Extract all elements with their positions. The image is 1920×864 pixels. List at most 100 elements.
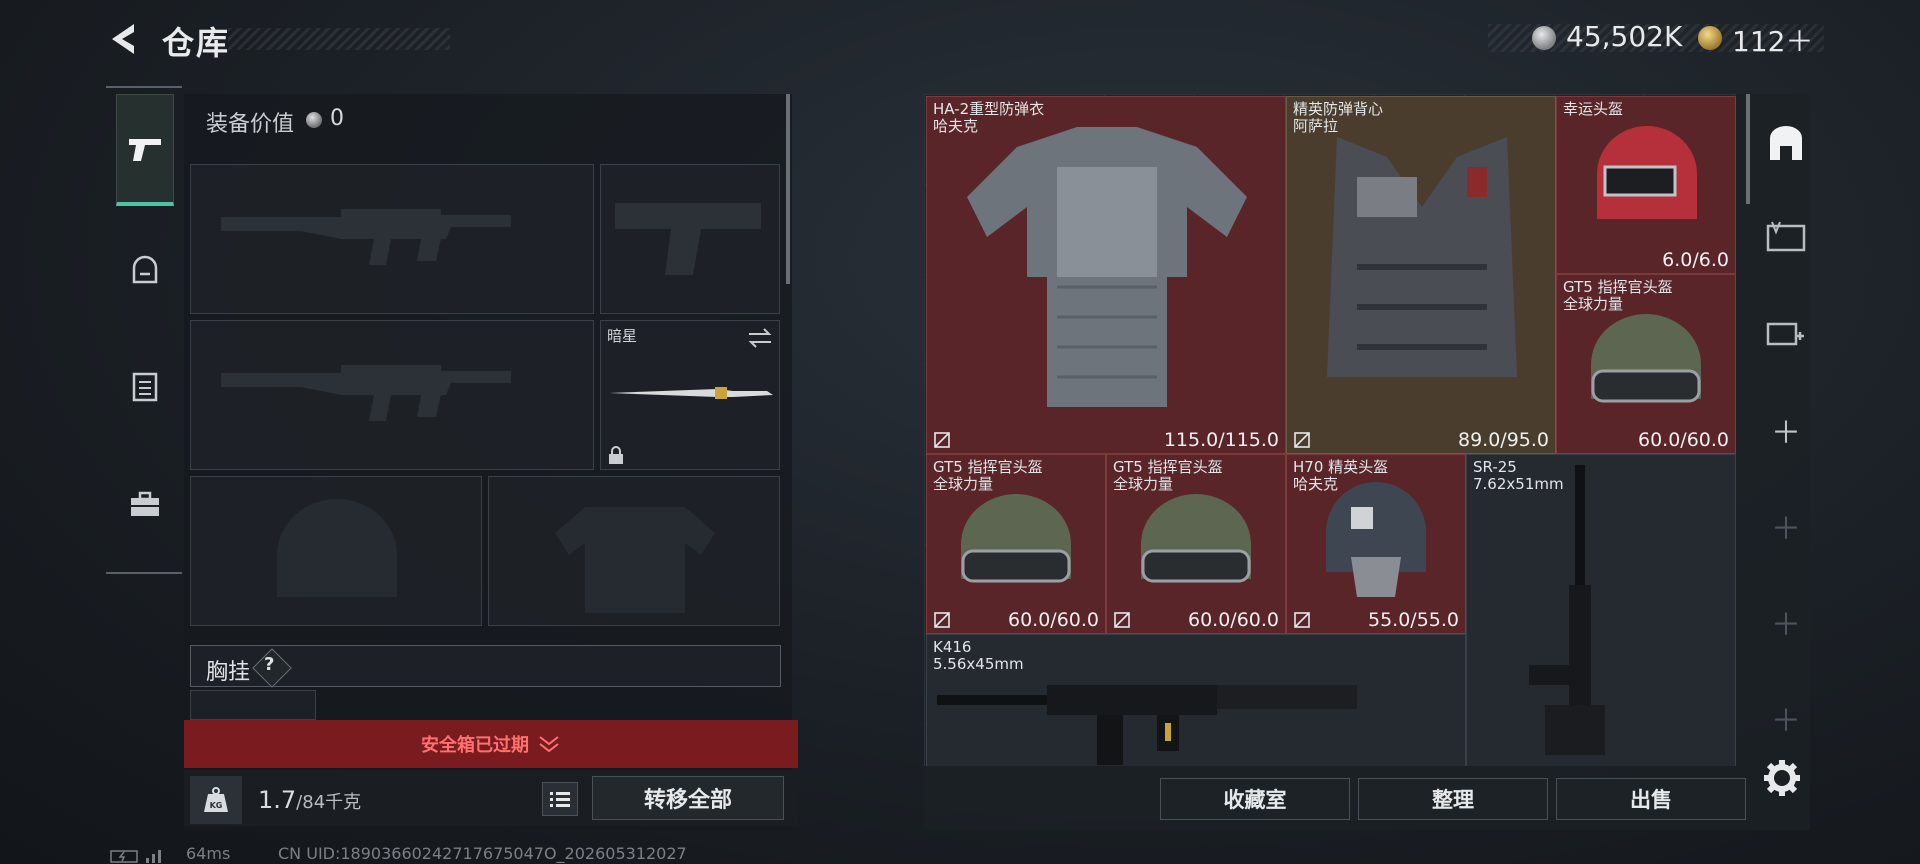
battery-signal-icon — [110, 850, 161, 863]
helmet-silhouette-icon — [277, 499, 397, 597]
item-name: HA-2重型防弹衣 哈夫克 — [933, 100, 1045, 135]
rail-weapons[interactable] — [116, 94, 174, 206]
commander-helmet-image — [1591, 314, 1701, 403]
pistol-icon — [129, 138, 161, 161]
toolbox-icon — [131, 491, 159, 516]
item-durability: 60.0/60.0 — [1007, 609, 1099, 631]
lock-icon — [609, 446, 623, 464]
elite-helmet-image — [1326, 482, 1426, 597]
loadout-scrollbar[interactable] — [786, 94, 790, 284]
chest-rig-subslot[interactable] — [190, 690, 316, 720]
organize-button[interactable]: 整理 — [1358, 778, 1548, 820]
gold-coin-icon — [1698, 26, 1722, 50]
silver-coin-icon — [1532, 26, 1556, 50]
transfer-all-button[interactable]: 转移全部 — [592, 776, 784, 820]
elite-vest-image — [1327, 137, 1517, 377]
no-insurance-icon — [934, 432, 950, 448]
item-durability: 60.0/60.0 — [1187, 609, 1279, 631]
helmet-icon — [132, 255, 158, 284]
primary-weapon-slot[interactable] — [190, 164, 594, 314]
safe-box-expired-bar[interactable]: 安全箱已过期 — [184, 720, 798, 768]
add-page-button-4[interactable]: ＋ — [1762, 688, 1810, 748]
warehouse-item[interactable]: GT5 指挥官头盔 全球力量 60.0/60.0 — [926, 454, 1106, 634]
weight-readout: 1.7/84千克 — [258, 786, 361, 814]
rifle-silhouette-icon — [221, 209, 511, 265]
no-insurance-icon — [1294, 432, 1310, 448]
plus-icon: ＋ — [1771, 608, 1801, 643]
melee-slot-name: 暗星 — [607, 327, 638, 345]
case-icon — [1766, 221, 1806, 252]
knife-image — [609, 387, 773, 399]
warehouse-tab-main[interactable] — [1762, 114, 1810, 174]
rail-bag[interactable] — [116, 448, 174, 560]
no-insurance-icon — [934, 612, 950, 628]
plus-icon: ＋ — [1771, 512, 1801, 547]
item-name: GT5 指挥官头盔 全球力量 — [1563, 278, 1673, 313]
chevron-down-icon — [539, 736, 559, 753]
safe-box-status: 安全箱已过期 — [421, 735, 529, 756]
weight-icon: KG — [204, 787, 228, 812]
add-page-button-3[interactable]: ＋ — [1762, 592, 1810, 652]
warehouse-tab-container[interactable] — [1762, 206, 1810, 266]
rail-vest[interactable] — [116, 330, 174, 442]
warehouse-item[interactable]: 幸运头盔 6.0/6.0 — [1556, 96, 1736, 274]
no-insurance-icon — [1114, 612, 1130, 628]
help-icon[interactable]: ? — [264, 654, 274, 675]
item-name: GT5 指挥官头盔 全球力量 — [1113, 458, 1223, 493]
page-title: 仓库 — [162, 24, 231, 62]
warehouse-item[interactable]: SR-25 7.62x51mm — [1466, 454, 1736, 766]
weight-max: /84千克 — [296, 792, 362, 813]
item-name: GT5 指挥官头盔 全球力量 — [933, 458, 1043, 493]
commander-helmet-image — [961, 494, 1071, 583]
warehouse-item[interactable]: HA-2重型防弹衣 哈夫克 115.0/115.0 — [926, 96, 1286, 454]
list-icon — [550, 792, 570, 807]
commander-helmet-image — [1141, 494, 1251, 583]
uid-text: CN UID:18903660242717675047O_20260531202… — [278, 844, 687, 863]
item-durability: 89.0/95.0 — [1457, 429, 1549, 451]
warehouse-item[interactable]: H70 精英头盔 哈夫克 55.0/55.0 — [1286, 454, 1466, 634]
list-view-button[interactable] — [542, 782, 578, 816]
no-insurance-icon — [1294, 612, 1310, 628]
warehouse-item[interactable]: GT5 指挥官头盔 全球力量 60.0/60.0 — [1556, 274, 1736, 454]
collection-room-button[interactable]: 收藏室 — [1160, 778, 1350, 820]
item-durability: 55.0/55.0 — [1367, 609, 1459, 631]
item-durability: 6.0/6.0 — [1662, 249, 1729, 271]
warehouse-scrollbar[interactable] — [1746, 94, 1750, 204]
rifle-silhouette-icon-2 — [221, 365, 511, 421]
melee-slot[interactable]: 暗星 — [600, 320, 780, 470]
add-page-button[interactable]: ＋ — [1762, 400, 1810, 460]
back-icon[interactable] — [104, 20, 140, 58]
pistol-slot[interactable] — [600, 164, 780, 314]
weight-current: 1.7 — [258, 786, 297, 814]
armor-slot[interactable] — [488, 476, 780, 626]
add-page-button-2[interactable]: ＋ — [1762, 496, 1810, 556]
item-name: 精英防弹背心 阿萨拉 — [1293, 100, 1384, 135]
lucky-helmet-image — [1597, 126, 1697, 219]
gear-icon[interactable] — [1762, 758, 1802, 798]
currency-premium[interactable]: 112＋ — [1732, 20, 1813, 60]
pistol-silhouette-icon — [615, 203, 761, 275]
chest-rig-label: 胸挂 — [206, 660, 251, 685]
item-name: SR-25 7.62x51mm — [1473, 458, 1564, 493]
item-name: K416 5.56x45mm — [933, 638, 1024, 673]
vest-icon — [132, 372, 158, 402]
item-name: 幸运头盔 — [1563, 100, 1624, 118]
equipment-value: 0 — [330, 106, 344, 131]
swap-icon[interactable] — [747, 327, 773, 349]
helmet-slot[interactable] — [190, 476, 482, 626]
rail-helmet[interactable] — [116, 214, 174, 326]
sell-button[interactable]: 出售 — [1556, 778, 1746, 820]
warehouse-item[interactable]: GT5 指挥官头盔 全球力量 60.0/60.0 — [1106, 454, 1286, 634]
heavy-armor-image — [967, 127, 1247, 407]
ping-text: 64ms — [186, 844, 231, 863]
warehouse-item[interactable]: 精英防弹背心 阿萨拉 89.0/95.0 — [1286, 96, 1556, 454]
warehouse-grid: HA-2重型防弹衣 哈夫克 115.0/115.0 精英防弹背心 阿萨拉 89.… — [924, 94, 1736, 766]
secondary-weapon-slot[interactable] — [190, 320, 594, 470]
weight-icon-text: KG — [210, 801, 223, 810]
warehouse-item[interactable]: K416 5.56x45mm — [926, 634, 1466, 766]
warehouse-icon — [1770, 126, 1802, 160]
equipment-value-label: 装备价值 — [206, 112, 295, 137]
value-coin-icon — [306, 112, 322, 128]
warehouse-tab-expand[interactable] — [1762, 302, 1810, 362]
currency-main: 45,502K — [1566, 20, 1683, 53]
